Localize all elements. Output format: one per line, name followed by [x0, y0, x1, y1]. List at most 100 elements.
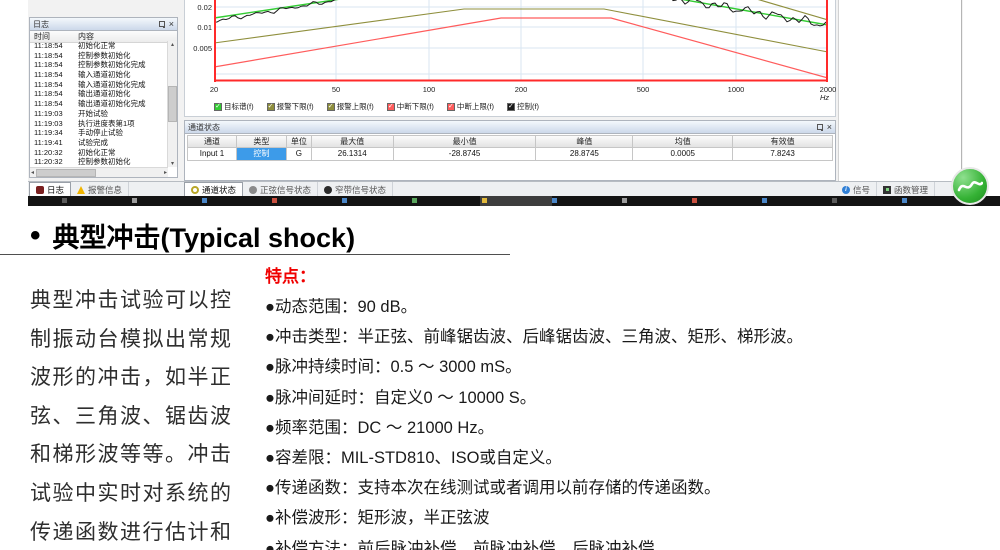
tab-label: 函数管理	[894, 184, 928, 196]
legend-label: 控制(f)	[517, 101, 539, 112]
legend-checkbox-icon[interactable]: ✓	[267, 103, 275, 111]
legend-checkbox-icon[interactable]: ✓	[214, 103, 222, 111]
scrollbar-thumb[interactable]	[36, 169, 96, 177]
taskbar-icon[interactable]	[902, 198, 907, 203]
taskbar-icon[interactable]	[272, 198, 277, 203]
pin-icon[interactable]	[817, 124, 823, 130]
log-time: 11:19:03	[30, 119, 74, 129]
legend-checkbox-icon[interactable]: ✓	[447, 103, 455, 111]
taskbar-active-app[interactable]	[480, 196, 552, 206]
log-row[interactable]: 11:20:32初始化正常	[30, 148, 168, 158]
feature-item: ●冲击类型：半正弦、前峰锯齿波、后峰锯齿波、三角波、矩形、梯形波。	[265, 322, 803, 352]
tab-信号[interactable]: i信号	[836, 182, 877, 197]
log-time: 11:19:03	[30, 109, 74, 119]
log-row[interactable]: 11:19:03开始试验	[30, 109, 168, 119]
channel-table-row[interactable]: Input 1控制G26.1314-28.874528.87450.00057.…	[187, 148, 833, 161]
legend-checkbox-icon[interactable]: ✓	[387, 103, 395, 111]
log-row[interactable]: 11:18:54输出通道初始化完成	[30, 99, 168, 109]
legend-item[interactable]: ✓报警上限(f)	[327, 101, 374, 112]
x-tick-label: 200	[515, 85, 528, 94]
channel-panel-title: 通道状态	[188, 122, 220, 133]
cell: 26.1314	[312, 148, 394, 161]
heading-underline	[0, 254, 510, 255]
feature-item: ●动态范围：90 dB。	[265, 292, 803, 322]
close-icon[interactable]: ×	[827, 123, 832, 131]
tab-函数管理[interactable]: 函数管理	[877, 182, 935, 197]
tab-报警信息[interactable]: 报警信息	[71, 182, 129, 197]
cell[interactable]: 控制	[237, 148, 287, 161]
tab-窄带信号状态[interactable]: 窄带信号状态	[318, 182, 393, 197]
tab-通道状态[interactable]: 通道状态	[184, 182, 243, 197]
log-time: 11:19:34	[30, 128, 74, 138]
tab-正弦信号状态[interactable]: 正弦信号状态	[243, 182, 318, 197]
close-icon[interactable]: ×	[169, 20, 174, 28]
tab-label: 信号	[853, 184, 870, 196]
legend-item[interactable]: ✓中断下限(f)	[387, 101, 434, 112]
taskbar-icon[interactable]	[762, 198, 767, 203]
log-row[interactable]: 11:18:54初始化正常	[30, 41, 168, 51]
paragraph-line: 波形的冲击，如半正	[30, 359, 255, 398]
legend-item[interactable]: ✓目标谱(f)	[214, 101, 254, 112]
paragraph-line: 制振动台模拟出常规	[30, 321, 255, 360]
log-panel: 日志 × 时间 内容 11:18:54初始化正常11:18:54控制参数初始化1…	[29, 17, 178, 178]
log-row[interactable]: 11:19:34手动停止试验	[30, 128, 168, 138]
x-axis-unit: Hz	[820, 93, 829, 102]
log-time: 11:19:41	[30, 138, 74, 148]
log-row[interactable]: 11:18:54控制参数初始化完成	[30, 60, 168, 70]
legend-item[interactable]: ✓中断上限(f)	[447, 101, 494, 112]
log-row[interactable]: 11:20:32控制参数初始化	[30, 157, 168, 167]
log-time: 11:18:54	[30, 89, 74, 99]
log-time: 11:18:54	[30, 51, 74, 61]
log-row[interactable]: 11:18:54控制参数初始化	[30, 51, 168, 61]
scroll-right-icon[interactable]: ▸	[164, 169, 167, 176]
cell: -28.8745	[394, 148, 537, 161]
heading-text: 典型冲击(Typical shock)	[53, 216, 356, 255]
legend-checkbox-icon[interactable]: ✓	[507, 103, 515, 111]
log-row[interactable]: 11:18:54输出通道初始化	[30, 89, 168, 99]
tab-group-middle: 通道状态正弦信号状态窄带信号状态	[184, 182, 393, 197]
column-header: 峰值	[536, 135, 633, 148]
scroll-up-icon[interactable]: ▴	[171, 41, 174, 48]
legend-item[interactable]: ✓报警下限(f)	[267, 101, 314, 112]
legend-checkbox-icon[interactable]: ✓	[327, 103, 335, 111]
scrollbar-thumb[interactable]	[168, 86, 177, 122]
log-horizontal-scrollbar[interactable]: ◂ ▸	[30, 167, 168, 177]
floating-contact-button[interactable]	[951, 167, 989, 205]
taskbar-icon[interactable]	[202, 198, 207, 203]
column-header: 类型	[237, 135, 287, 148]
taskbar-icon[interactable]	[412, 198, 417, 203]
legend-label: 中断上限(f)	[457, 101, 494, 112]
log-vertical-scrollbar[interactable]: ▴ ▾	[167, 41, 177, 167]
log-content: 执行进度表第1项	[74, 119, 135, 129]
log-row[interactable]: 11:18:54输入通道初始化完成	[30, 80, 168, 90]
taskbar-icon[interactable]	[622, 198, 627, 203]
scroll-down-icon[interactable]: ▾	[171, 160, 174, 167]
legend-item[interactable]: ✓控制(f)	[507, 101, 539, 112]
log-content: 控制参数初始化	[74, 51, 131, 61]
spectrum-chart-panel: 0.020.010.005 205010020050010002000Hz ✓目…	[184, 0, 836, 117]
log-rows: 11:18:54初始化正常11:18:54控制参数初始化11:18:54控制参数…	[30, 41, 168, 167]
taskbar-icon[interactable]	[832, 198, 837, 203]
chart-legend: ✓目标谱(f)✓报警下限(f)✓报警上限(f)✓中断下限(f)✓中断上限(f)✓…	[214, 101, 539, 112]
log-content: 开始试验	[74, 109, 108, 119]
log-row[interactable]: 11:19:03执行进度表第1项	[30, 119, 168, 129]
feature-item: ●脉冲间延时：自定义0 ～ 10000 S。	[265, 383, 803, 413]
cell: G	[287, 148, 312, 161]
taskbar-icon[interactable]	[342, 198, 347, 203]
taskbar-icon[interactable]	[482, 198, 487, 203]
x-tick-label: 100	[423, 85, 436, 94]
scroll-left-icon[interactable]: ◂	[31, 169, 34, 176]
log-content: 输入通道初始化	[74, 70, 131, 80]
taskbar-icon[interactable]	[692, 198, 697, 203]
log-row[interactable]: 11:18:54输入通道初始化	[30, 70, 168, 80]
taskbar-icon[interactable]	[552, 198, 557, 203]
pin-icon[interactable]	[159, 21, 165, 27]
channel-table-head: 通道类型单位最大值最小值峰值均值有效值	[187, 135, 833, 148]
log-content: 输入通道初始化完成	[74, 80, 146, 90]
features-list: ●动态范围：90 dB。●冲击类型：半正弦、前峰锯齿波、后峰锯齿波、三角波、矩形…	[265, 292, 803, 550]
chart-plot-area[interactable]	[214, 0, 828, 82]
tab-日志[interactable]: 日志	[29, 182, 71, 197]
log-row[interactable]: 11:19:41试验完成	[30, 138, 168, 148]
taskbar-icon[interactable]	[132, 198, 137, 203]
taskbar-icon[interactable]	[62, 198, 67, 203]
